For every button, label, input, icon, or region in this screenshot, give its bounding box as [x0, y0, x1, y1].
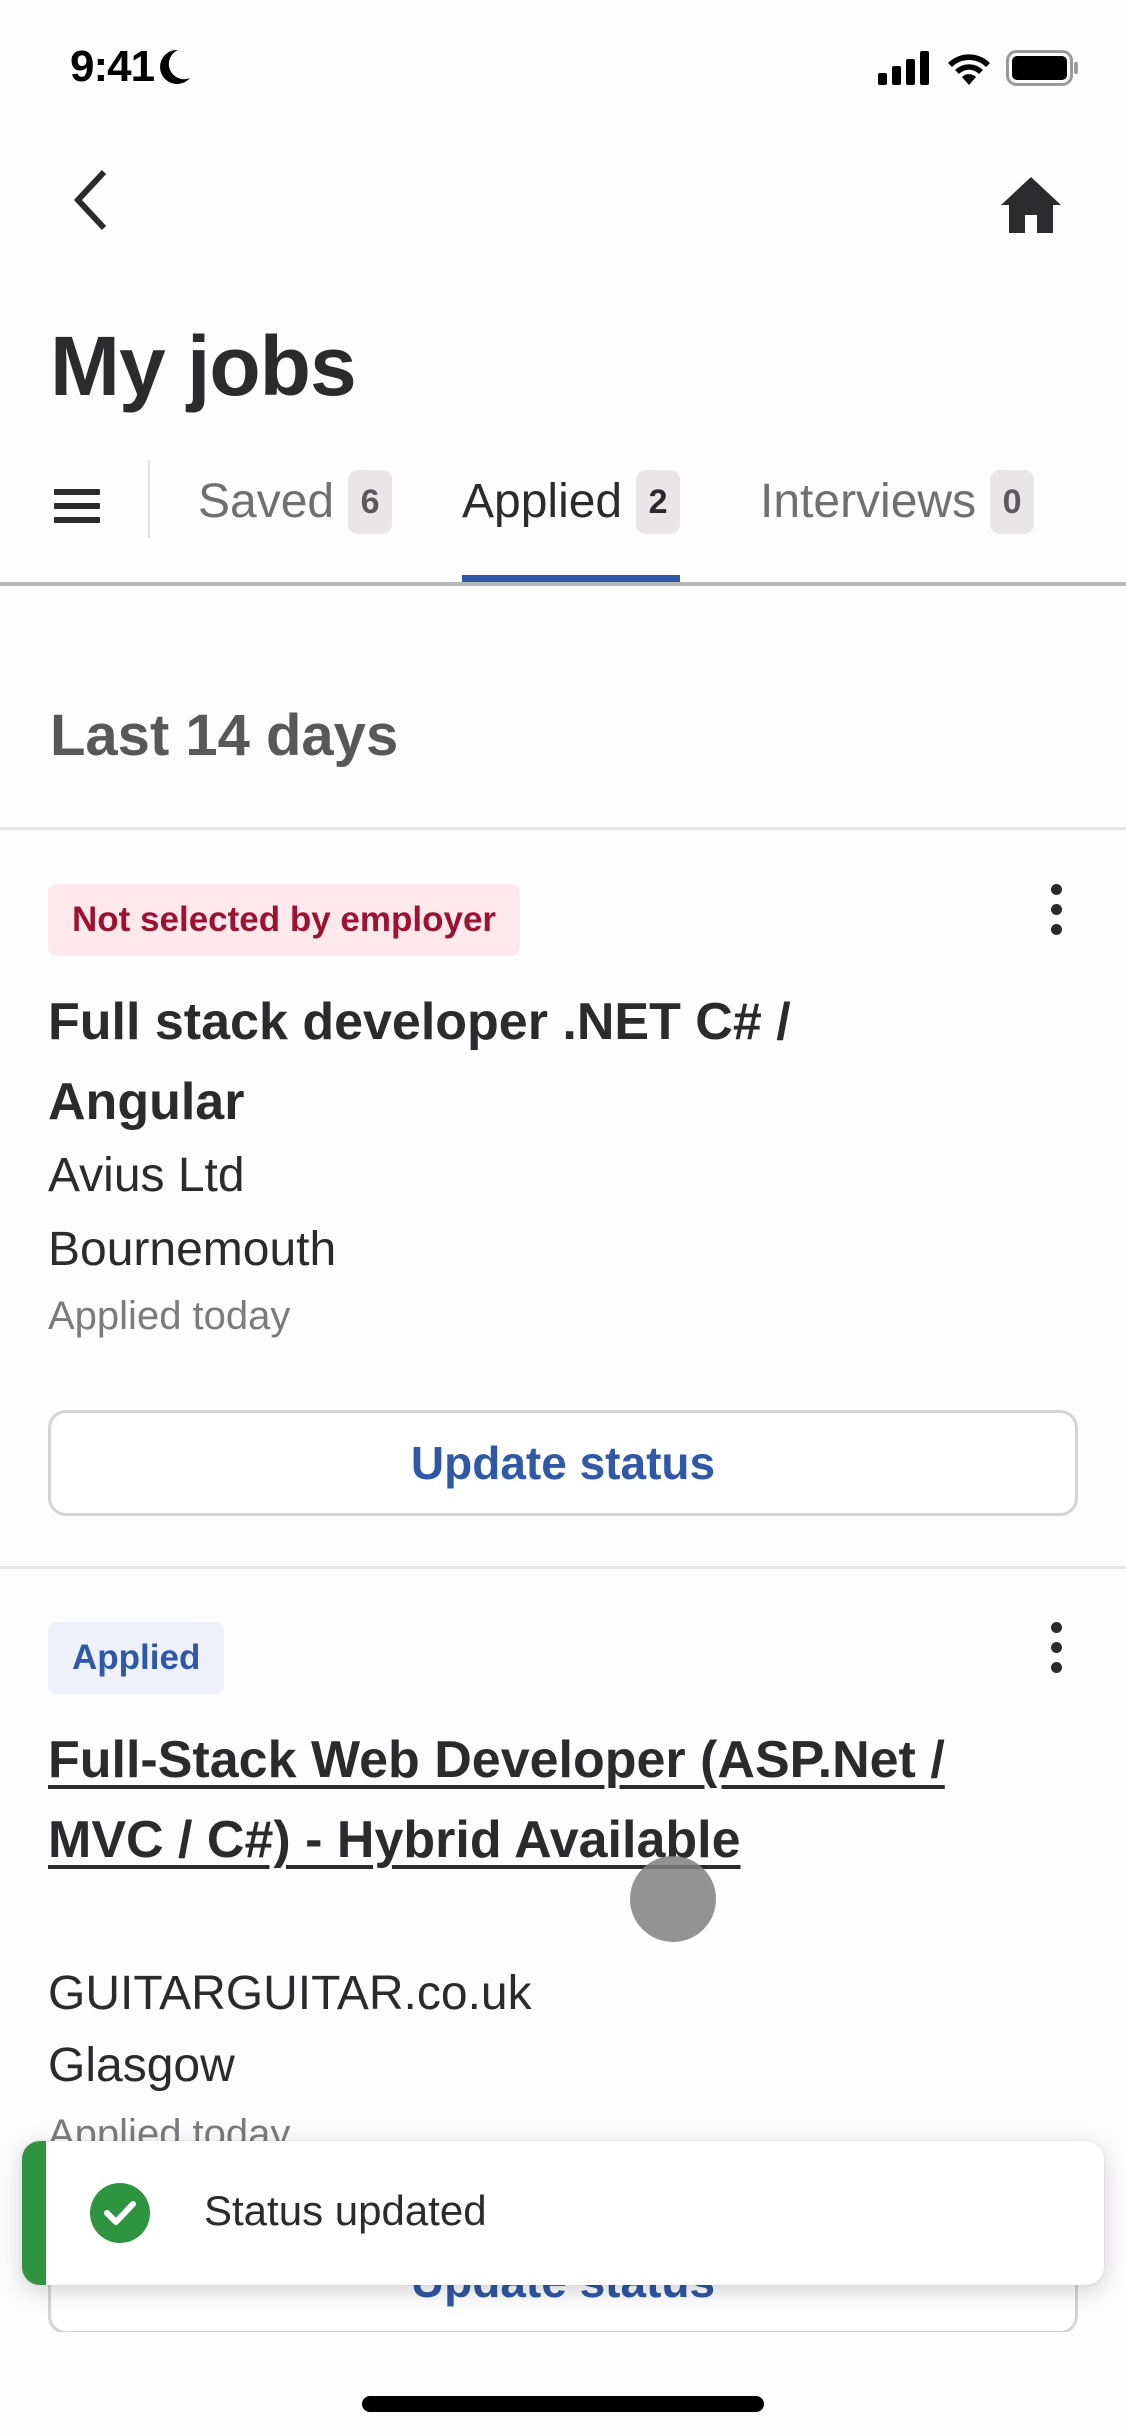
- tab-interviews[interactable]: Interviews 0: [760, 470, 1035, 582]
- tab-label: Interviews: [760, 475, 977, 528]
- tab-label: Applied: [462, 475, 623, 528]
- back-button[interactable]: [60, 165, 120, 235]
- tab-applied[interactable]: Applied 2: [462, 470, 681, 582]
- top-nav: [0, 150, 1126, 250]
- toast-accent-bar: [22, 2141, 46, 2285]
- section-heading: Last 14 days: [50, 703, 399, 768]
- battery-icon: [1006, 50, 1078, 86]
- job-company: GUITARGUITAR.co.uk: [48, 1967, 532, 2020]
- divider: [0, 1566, 1126, 1569]
- wifi-icon: [948, 54, 990, 85]
- tab-count-badge: 2: [636, 470, 681, 534]
- job-title[interactable]: Full stack developer .NET C# / Angular: [48, 982, 888, 1142]
- page-title: My jobs: [50, 319, 357, 413]
- tab-label: Saved: [198, 475, 335, 528]
- hamburger-menu-icon[interactable]: [54, 480, 106, 532]
- applied-date: Applied today: [48, 1294, 291, 1338]
- moon-icon: [160, 49, 191, 84]
- tab-count-badge: 6: [348, 470, 393, 534]
- more-options-icon[interactable]: [1036, 874, 1076, 944]
- cellular-signal-icon: [878, 51, 929, 85]
- tabs-underline: [0, 582, 1126, 586]
- status-badge: Not selected by employer: [48, 884, 521, 956]
- toast-notification: Status updated: [22, 2141, 1104, 2285]
- check-circle-icon: [90, 2183, 150, 2243]
- clock: 9:41: [70, 42, 155, 91]
- touch-indicator: [630, 1856, 716, 1942]
- status-time: 9:41: [70, 42, 192, 92]
- home-button[interactable]: [996, 170, 1066, 240]
- job-title-link[interactable]: Full-Stack Web Developer (ASP.Net / MVC …: [48, 1720, 948, 1880]
- chevron-left-icon: [73, 169, 107, 231]
- bottom-safe-area: [0, 2332, 1126, 2436]
- tabs-divider: [148, 460, 150, 538]
- tab-count-badge: 0: [990, 470, 1035, 534]
- update-status-button[interactable]: Update status: [48, 1410, 1078, 1516]
- tab-bar: Saved 6 Applied 2 Interviews 0: [0, 452, 1126, 592]
- home-icon: [1001, 177, 1061, 233]
- job-location: Bournemouth: [48, 1223, 337, 1276]
- job-company: Avius Ltd: [48, 1149, 245, 1202]
- job-location: Glasgow: [48, 2039, 235, 2092]
- toast-message: Status updated: [204, 2187, 487, 2234]
- status-badge: Applied: [48, 1622, 225, 1694]
- more-options-icon[interactable]: [1036, 1612, 1076, 1682]
- home-indicator[interactable]: [362, 2396, 764, 2412]
- tab-saved[interactable]: Saved 6: [198, 470, 393, 582]
- active-tab-indicator: [462, 575, 681, 582]
- status-bar: 9:41: [0, 0, 1126, 140]
- divider: [0, 827, 1126, 830]
